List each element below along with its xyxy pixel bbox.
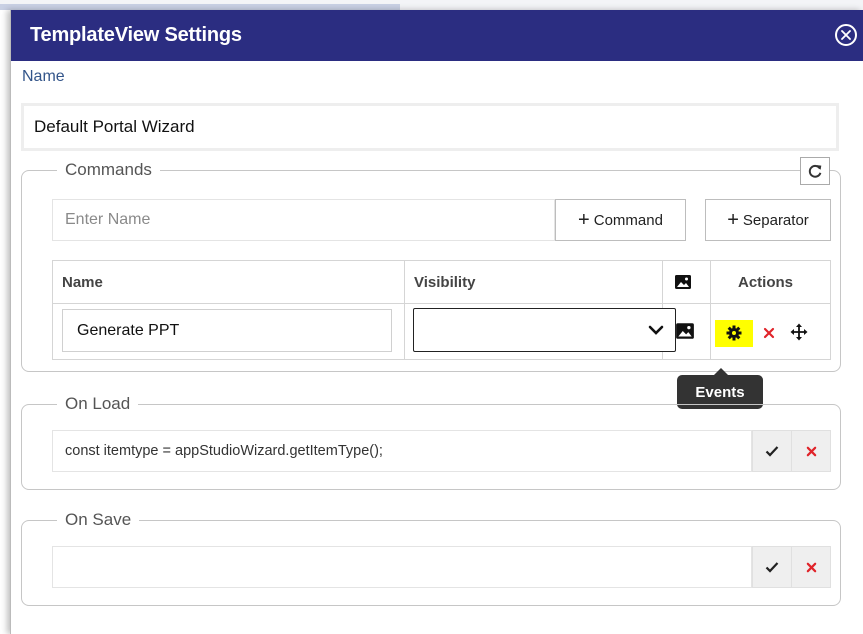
- check-icon: [765, 446, 779, 457]
- gear-icon[interactable]: [723, 321, 745, 345]
- refresh-button[interactable]: [800, 157, 830, 185]
- close-x-icon: [806, 446, 816, 456]
- column-divider: [404, 261, 405, 359]
- refresh-icon: [808, 164, 822, 178]
- move-icon[interactable]: [788, 320, 810, 344]
- command-name-input[interactable]: Enter Name: [52, 199, 555, 241]
- row-image-icon[interactable]: [673, 318, 697, 344]
- commands-legend: Commands: [65, 160, 152, 179]
- plus-icon: +: [727, 209, 739, 231]
- column-divider: [710, 261, 711, 359]
- onsave-legend: On Save: [65, 510, 132, 529]
- commands-table: Name Visibility Actions Generate PPT: [52, 260, 831, 360]
- onsave-cancel-button[interactable]: [791, 546, 831, 588]
- add-separator-label: Separator: [742, 211, 809, 229]
- name-field[interactable]: Default Portal Wizard: [21, 103, 839, 151]
- header-name: Name: [62, 274, 103, 291]
- header-visibility: Visibility: [414, 274, 476, 291]
- add-separator-button[interactable]: + Separator: [705, 199, 831, 241]
- name-label: Name: [22, 68, 65, 85]
- close-icon[interactable]: [835, 24, 857, 46]
- dialog-title: TemplateView Settings: [30, 24, 242, 46]
- close-x-icon: [806, 562, 816, 572]
- add-command-button[interactable]: + Command: [555, 199, 686, 241]
- onload-code-input[interactable]: const itemtype = appStudioWizard.getItem…: [52, 430, 752, 472]
- plus-icon: +: [578, 209, 590, 231]
- add-command-label: Command: [593, 211, 663, 229]
- header-actions: Actions: [738, 274, 794, 291]
- onload-cancel-button[interactable]: [791, 430, 831, 472]
- visibility-select[interactable]: [413, 308, 676, 352]
- image-icon: [674, 273, 692, 295]
- onsave-confirm-button[interactable]: [752, 546, 792, 588]
- command-row-name-input[interactable]: Generate PPT: [62, 309, 392, 352]
- onsave-code-input[interactable]: [52, 546, 752, 588]
- table-header: Name Visibility Actions: [53, 261, 830, 304]
- chevron-down-icon: [648, 325, 664, 335]
- background-strip: [0, 0, 863, 10]
- check-icon: [765, 562, 779, 573]
- onload-confirm-button[interactable]: [752, 430, 792, 472]
- dialog-titlebar: TemplateView Settings: [11, 10, 863, 61]
- onload-legend: On Load: [65, 394, 131, 413]
- delete-x-icon[interactable]: [759, 323, 779, 343]
